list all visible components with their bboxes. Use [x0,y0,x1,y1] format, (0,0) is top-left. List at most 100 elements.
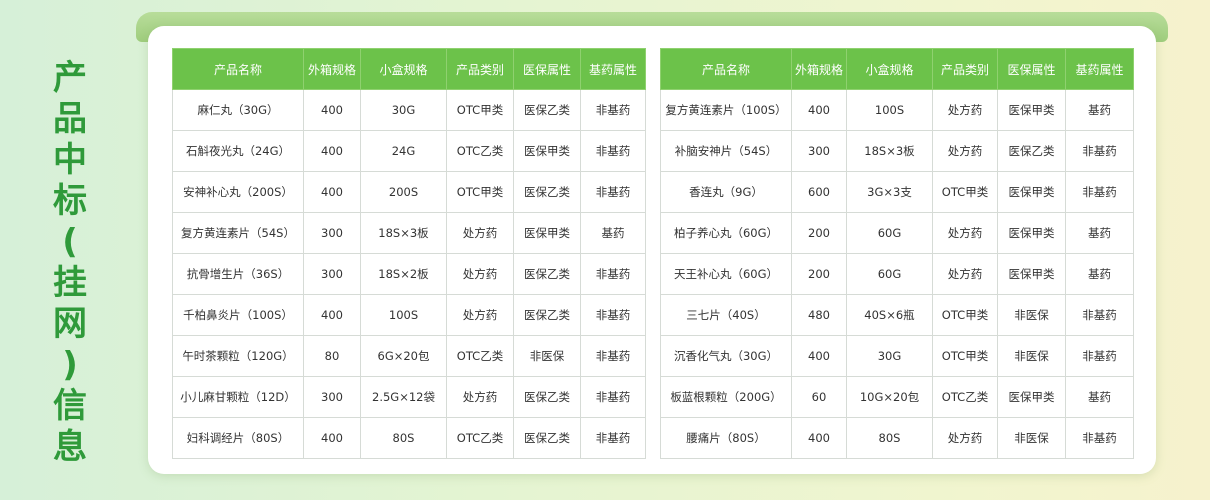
cell-product-name: 香连丸（9G） [660,171,792,213]
cell-small-box-spec: 100S [846,89,933,131]
cell-insurance: 非医保 [997,294,1066,336]
cell-outer-box-spec: 400 [303,294,361,336]
cell-small-box-spec: 100S [360,294,447,336]
cell-product-name: 柏子养心丸（60G） [660,212,792,254]
cell-product-name: 天王补心丸（60G） [660,253,792,295]
cell-small-box-spec: 60G [846,253,933,295]
col-header-outer-box-spec: 外箱规格 [791,48,847,90]
table-row: 安神补心丸（200S） 400 200S OTC甲类 医保乙类 非基药 [172,171,646,213]
table-row: 小儿麻甘颗粒（12D） 300 2.5G×12袋 处方药 医保乙类 非基药 [172,376,646,418]
table-row: 沉香化气丸（30G） 400 30G OTC甲类 非医保 非基药 [660,335,1134,377]
cell-insurance: 医保甲类 [513,212,581,254]
cell-insurance: 医保甲类 [513,130,581,172]
cell-small-box-spec: 18S×3板 [846,130,933,172]
cell-outer-box-spec: 400 [303,89,361,131]
cell-small-box-spec: 200S [360,171,447,213]
cell-product-category: 处方药 [446,253,514,295]
cell-small-box-spec: 60G [846,212,933,254]
cell-essential-drug: 基药 [1065,89,1134,131]
table-row: 香连丸（9G） 600 3G×3支 OTC甲类 医保甲类 非基药 [660,171,1134,213]
cell-essential-drug: 基药 [1065,253,1134,295]
cell-product-category: OTC乙类 [446,335,514,377]
cell-product-name: 复方黄连素片（54S） [172,212,304,254]
cell-insurance: 医保乙类 [513,376,581,418]
table-row: 三七片（40S） 480 40S×6瓶 OTC甲类 非医保 非基药 [660,294,1134,336]
table-row: 复方黄连素片（54S） 300 18S×3板 处方药 医保甲类 基药 [172,212,646,254]
cell-product-category: 处方药 [446,294,514,336]
cell-essential-drug: 非基药 [580,376,646,418]
side-title-char: ( [62,222,78,262]
cell-product-category: 处方药 [446,212,514,254]
cell-outer-box-spec: 300 [303,253,361,295]
cell-essential-drug: 非基药 [1065,417,1134,459]
cell-small-box-spec: 18S×2板 [360,253,447,295]
cell-outer-box-spec: 300 [791,130,847,172]
side-title-char: 中 [53,140,87,180]
cell-insurance: 医保甲类 [997,376,1066,418]
table-header-row: 产品名称 外箱规格 小盒规格 产品类别 医保属性 基药属性 [172,48,646,90]
table-row: 妇科调经片（80S） 400 80S OTC乙类 医保乙类 非基药 [172,417,646,459]
cell-small-box-spec: 40S×6瓶 [846,294,933,336]
cell-outer-box-spec: 400 [303,417,361,459]
cell-insurance: 医保乙类 [513,171,581,213]
cell-insurance: 非医保 [513,335,581,377]
cell-outer-box-spec: 60 [791,376,847,418]
cell-insurance: 医保乙类 [513,253,581,295]
col-header-product-name: 产品名称 [172,48,304,90]
cell-essential-drug: 非基药 [580,253,646,295]
cell-small-box-spec: 2.5G×12袋 [360,376,447,418]
cell-small-box-spec: 80S [360,417,447,459]
cell-outer-box-spec: 400 [303,130,361,172]
cell-small-box-spec: 10G×20包 [846,376,933,418]
cell-outer-box-spec: 400 [303,171,361,213]
cell-insurance: 医保甲类 [997,89,1066,131]
cell-insurance: 非医保 [997,335,1066,377]
col-header-insurance: 医保属性 [997,48,1066,90]
cell-product-name: 板蓝根颗粒（200G） [660,376,792,418]
cell-product-category: 处方药 [932,212,998,254]
side-title-char: 挂 [53,263,87,303]
col-header-insurance: 医保属性 [513,48,581,90]
cell-insurance: 医保乙类 [513,89,581,131]
table-row: 午时茶颗粒（120G） 80 6G×20包 OTC乙类 非医保 非基药 [172,335,646,377]
cell-product-name: 抗骨增生片（36S） [172,253,304,295]
col-header-product-name: 产品名称 [660,48,792,90]
product-table-right: 产品名称 外箱规格 小盒规格 产品类别 医保属性 基药属性 复方黄连素片（100… [660,48,1134,459]
cell-product-category: OTC乙类 [446,417,514,459]
cell-insurance: 非医保 [997,417,1066,459]
table-row: 复方黄连素片（100S） 400 100S 处方药 医保甲类 基药 [660,89,1134,131]
cell-product-category: 处方药 [932,417,998,459]
cell-essential-drug: 非基药 [580,417,646,459]
cell-product-category: 处方药 [932,130,998,172]
cell-outer-box-spec: 200 [791,212,847,254]
cell-outer-box-spec: 400 [791,417,847,459]
cell-essential-drug: 非基药 [580,171,646,213]
table-row: 石斛夜光丸（24G） 400 24G OTC乙类 医保甲类 非基药 [172,130,646,172]
cell-product-category: 处方药 [446,376,514,418]
table-row: 千柏鼻炎片（100S） 400 100S 处方药 医保乙类 非基药 [172,294,646,336]
cell-product-name: 麻仁丸（30G） [172,89,304,131]
cell-product-category: 处方药 [932,253,998,295]
cell-small-box-spec: 24G [360,130,447,172]
side-title-char: 网 [53,304,87,344]
cell-essential-drug: 非基药 [1065,130,1134,172]
cell-product-category: OTC乙类 [932,376,998,418]
cell-product-name: 安神补心丸（200S） [172,171,304,213]
cell-essential-drug: 基药 [1065,212,1134,254]
table-row: 腰痛片（80S） 400 80S 处方药 非医保 非基药 [660,417,1134,459]
cell-insurance: 医保乙类 [513,417,581,459]
col-header-product-category: 产品类别 [932,48,998,90]
cell-insurance: 医保甲类 [997,212,1066,254]
cell-outer-box-spec: 600 [791,171,847,213]
table-row: 补脑安神片（54S） 300 18S×3板 处方药 医保乙类 非基药 [660,130,1134,172]
table-header-row: 产品名称 外箱规格 小盒规格 产品类别 医保属性 基药属性 [660,48,1134,90]
cell-outer-box-spec: 400 [791,335,847,377]
cell-insurance: 医保甲类 [997,171,1066,213]
table-row: 柏子养心丸（60G） 200 60G 处方药 医保甲类 基药 [660,212,1134,254]
cell-product-name: 补脑安神片（54S） [660,130,792,172]
cell-insurance: 医保乙类 [513,294,581,336]
cell-product-category: OTC甲类 [932,171,998,213]
cell-product-category: OTC甲类 [932,335,998,377]
cell-small-box-spec: 30G [846,335,933,377]
col-header-small-box-spec: 小盒规格 [360,48,447,90]
